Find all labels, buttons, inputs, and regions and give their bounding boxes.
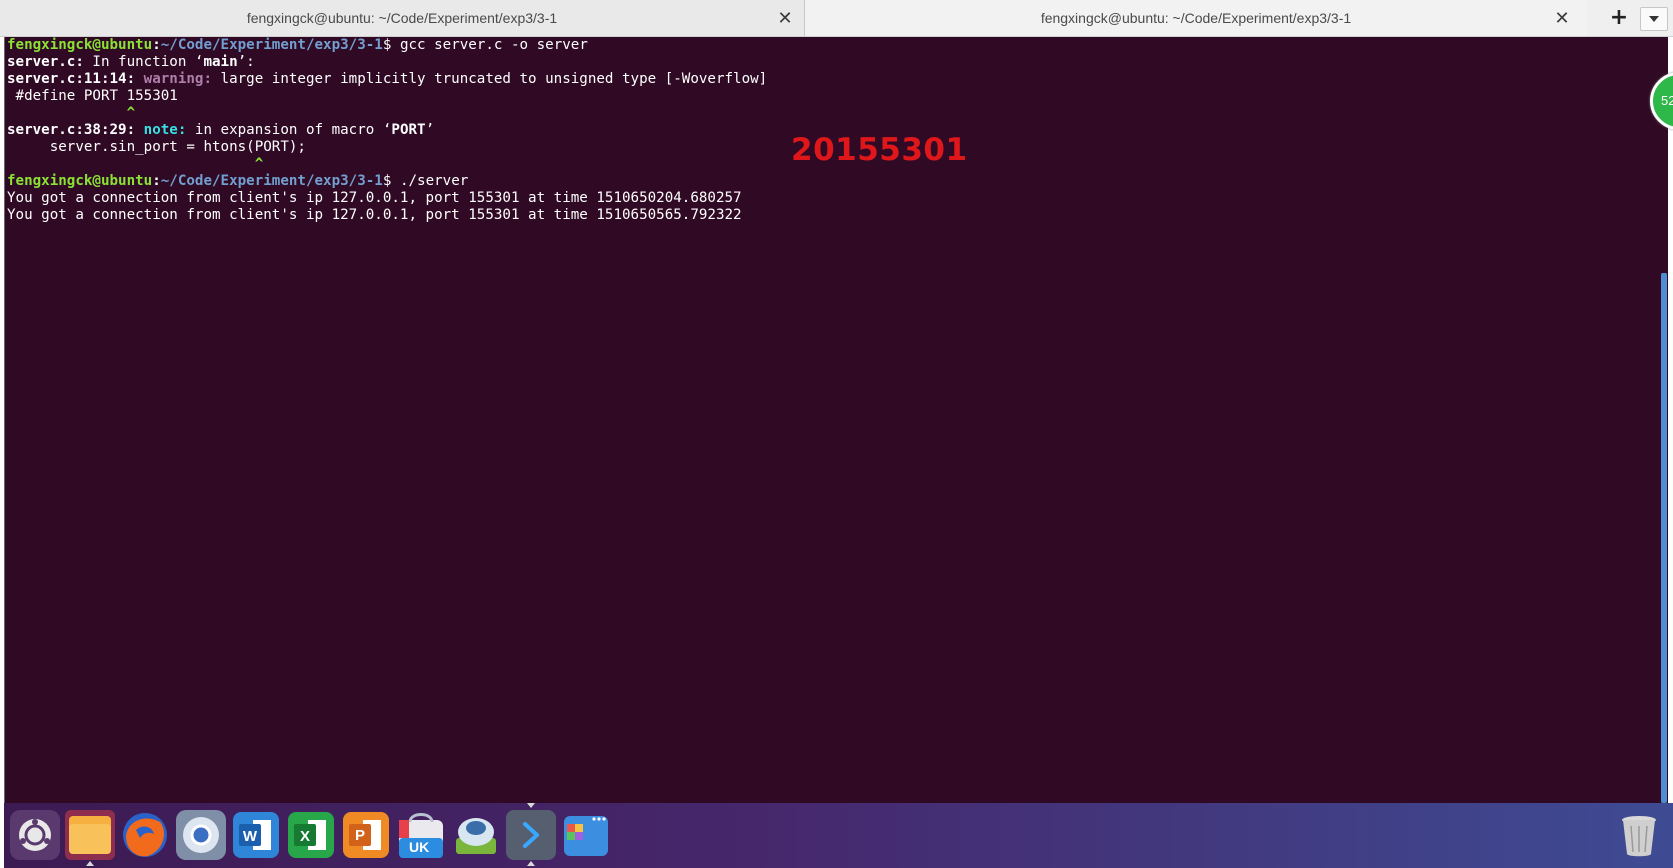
tab-terminal-2[interactable]: fengxingck@ubuntu: ~/Code/Experiment/exp… [805,0,1587,36]
terminal-line: You got a connection from client's ip 12… [7,207,742,223]
terminal-line: You got a connection from client's ip 12… [7,190,742,206]
terminal-line: ^ [7,105,136,121]
terminal-scrollbar[interactable] [1661,273,1667,803]
terminal-line: server.sin_port = htons(PORT); [7,139,306,155]
workspace-icon[interactable] [561,810,611,860]
terminal-view[interactable]: fengxingck@ubuntu:~/Code/Experiment/exp3… [4,37,1668,803]
mail-icon[interactable] [451,810,501,860]
chromium-icon[interactable] [176,810,226,860]
close-icon[interactable]: ✕ [776,9,794,27]
terminal-line: fengxingck@ubuntu:~/Code/Experiment/exp3… [7,37,588,53]
terminal-line: fengxingck@ubuntu:~/Code/Experiment/exp3… [7,173,469,189]
terminal-line: server.c: In function ‘main’: [7,54,255,70]
svg-text:X: X [300,828,310,845]
student-id-stamp: 20155301 [791,132,968,168]
active-indicator [527,861,535,866]
svg-text:W: W [243,828,258,845]
terminal-line: server.c:11:14: warning: large integer i… [7,71,768,87]
active-indicator [527,803,535,808]
software-center-icon[interactable]: UK [396,810,446,860]
tab-bar: fengxingck@ubuntu: ~/Code/Experiment/exp… [0,0,1673,37]
terminal-line: #define PORT 155301 [7,88,178,104]
software-center-label: UK [409,839,430,855]
files-icon[interactable] [65,810,115,866]
close-icon[interactable]: ✕ [1553,9,1571,27]
terminal-line: ^ [7,156,264,172]
tab-menu-button[interactable] [1640,7,1668,31]
firefox-icon[interactable] [120,810,170,860]
presentation-letter: P [354,827,365,844]
wps-spreadsheet-icon[interactable]: X [286,810,336,860]
active-indicator [86,861,94,866]
trash-icon[interactable] [1614,810,1664,860]
wps-presentation-icon[interactable]: P [341,810,391,860]
ubuntu-launcher-icon[interactable] [10,810,60,860]
tab-terminal-1[interactable]: fengxingck@ubuntu: ~/Code/Experiment/exp… [0,0,805,36]
chevron-down-icon [1649,16,1659,22]
tab-title: fengxingck@ubuntu: ~/Code/Experiment/exp… [1040,10,1352,26]
terminal-line: server.c:38:29: note: in expansion of ma… [7,122,435,138]
wps-writer-icon[interactable]: W [231,810,281,860]
dock: W X P UK [4,803,1673,868]
tab-title: fengxingck@ubuntu: ~/Code/Experiment/exp… [246,10,558,26]
terminal-output: fengxingck@ubuntu:~/Code/Experiment/exp3… [7,37,767,224]
new-tab-button[interactable]: + [1608,7,1630,29]
terminal-icon[interactable] [506,803,556,866]
